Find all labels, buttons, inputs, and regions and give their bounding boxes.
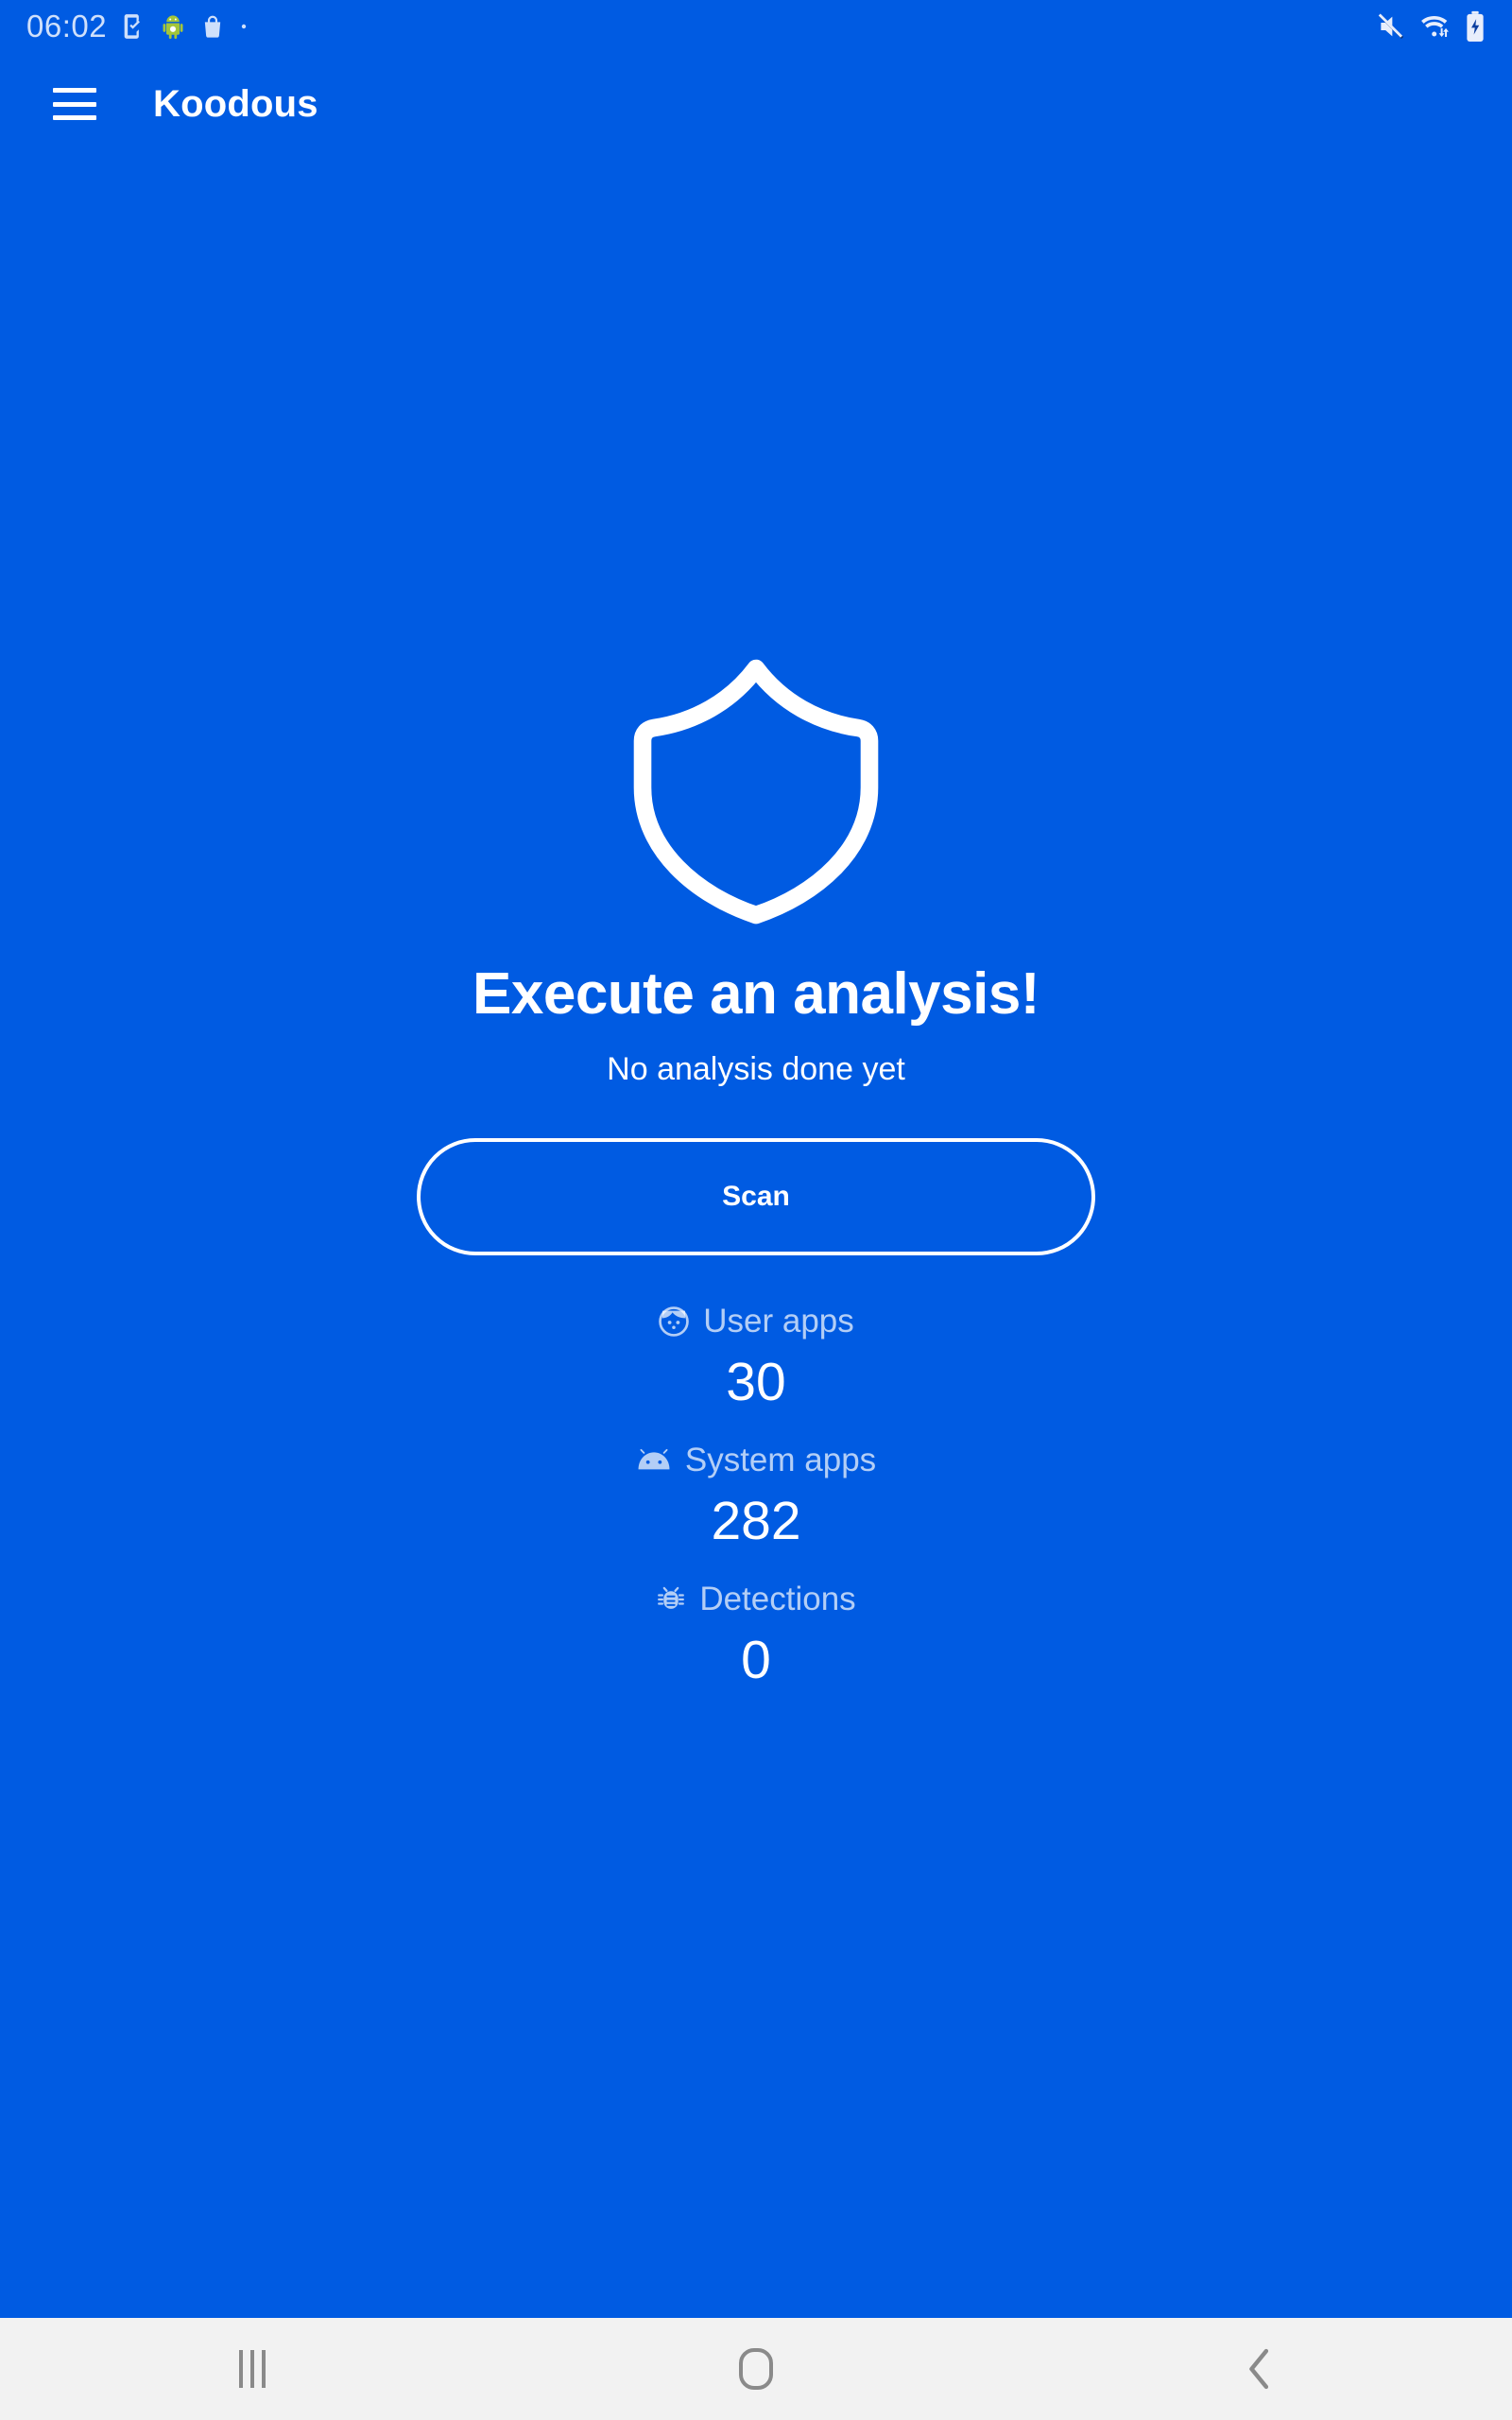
stat-system-apps-label: System apps: [636, 1443, 876, 1477]
stat-label-text: Detections: [699, 1581, 856, 1617]
stat-system-apps-value: 282: [711, 1491, 801, 1551]
bug-icon: [658, 1586, 685, 1609]
shopping-bag-icon: [204, 15, 221, 38]
face-icon: [659, 1305, 690, 1337]
recents-icon: [238, 2350, 266, 2388]
back-icon: [1249, 2348, 1269, 2390]
home-button[interactable]: [671, 2318, 841, 2420]
back-button[interactable]: [1175, 2318, 1345, 2420]
hamburger-menu-icon[interactable]: [53, 88, 96, 120]
status-bar-left: 06:02: [26, 9, 249, 44]
android-head-icon: [638, 1448, 670, 1469]
status-clock: 06:02: [26, 9, 108, 43]
home-icon: [738, 2348, 773, 2390]
page-title: Execute an analysis!: [472, 961, 1040, 1027]
status-bar-right: [1376, 10, 1486, 43]
stat-user-apps-value: 30: [726, 1352, 786, 1412]
stat-user-apps-label: User apps: [658, 1305, 854, 1338]
recents-bar: [238, 2350, 243, 2388]
phone-check-icon: [124, 14, 141, 39]
recents-button[interactable]: [167, 2318, 337, 2420]
hamburger-bar: [53, 115, 96, 120]
stat-detections-value: 0: [741, 1630, 771, 1690]
stat-user-apps: User apps 30: [658, 1305, 854, 1409]
stats-section: User apps 30 System apps 282 Detections …: [636, 1305, 876, 1687]
main-content: Execute an analysis! No analysis done ye…: [0, 155, 1512, 2318]
status-bar: 06:02: [0, 0, 1512, 53]
stat-detections-label: Detections: [656, 1581, 856, 1617]
hamburger-bar: [53, 88, 96, 93]
stat-system-apps: System apps 282: [636, 1443, 876, 1548]
mute-icon: [1378, 13, 1403, 39]
dot-icon: [241, 24, 247, 29]
scan-button[interactable]: Scan: [417, 1138, 1095, 1255]
wifi-icon: [1421, 16, 1449, 37]
shield-icon: [614, 646, 898, 929]
recents-bar: [249, 2350, 254, 2388]
battery-charging-icon: [1467, 10, 1484, 43]
system-navigation-bar: [0, 2318, 1512, 2420]
stat-label-text: User apps: [703, 1303, 854, 1340]
hamburger-bar: [53, 101, 96, 107]
stat-detections: Detections 0: [656, 1581, 856, 1690]
app-bar: Koodous: [0, 53, 1512, 155]
android-robot-icon: [163, 15, 183, 40]
recents-bar: [261, 2350, 266, 2388]
stat-label-text: System apps: [684, 1442, 877, 1478]
page-subtitle: No analysis done yet: [607, 1051, 905, 1087]
app-title: Koodous: [153, 82, 318, 125]
